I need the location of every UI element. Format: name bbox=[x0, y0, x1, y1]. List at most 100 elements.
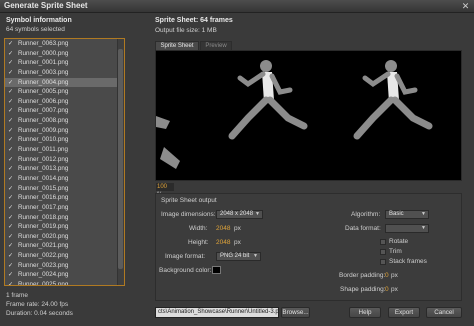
checkmark-icon[interactable]: ✓ bbox=[8, 253, 14, 259]
checkmark-icon[interactable]: ✓ bbox=[8, 99, 14, 105]
checkmark-icon[interactable]: ✓ bbox=[8, 41, 14, 47]
list-item-label: Runner_0014.png bbox=[18, 174, 69, 182]
list-item-label: Runner_0011.png bbox=[18, 146, 68, 154]
list-item[interactable]: ✓ Runner_0004.png bbox=[5, 77, 124, 88]
algorithm-value: Basic bbox=[389, 211, 404, 217]
image-format-select[interactable]: PNG 24 bit ▼ bbox=[216, 252, 261, 261]
checkmark-icon[interactable]: ✓ bbox=[8, 195, 14, 201]
algorithm-select[interactable]: Basic ▼ bbox=[385, 210, 429, 219]
output-path-field[interactable]: cts\Animation_Showcase\Runner\Untitled-3… bbox=[155, 307, 279, 318]
stack-frames-label: Stack frames bbox=[389, 258, 427, 265]
browse-button[interactable]: Browse... bbox=[281, 307, 310, 318]
list-item[interactable]: ✓ Runner_0023.png bbox=[5, 261, 124, 271]
list-item[interactable]: ✓ Runner_0016.png bbox=[5, 193, 124, 203]
width-label: Width: bbox=[189, 225, 208, 232]
list-item[interactable]: ✓ Runner_0008.png bbox=[5, 116, 124, 126]
list-item[interactable]: ✓ Runner_0063.png bbox=[5, 39, 124, 49]
checkmark-icon[interactable]: ✓ bbox=[8, 80, 14, 86]
trim-checkbox[interactable] bbox=[380, 249, 386, 255]
list-scrollbar[interactable] bbox=[117, 39, 124, 285]
list-item[interactable]: ✓ Runner_0000.png bbox=[5, 49, 124, 59]
list-item[interactable]: ✓ Runner_0013.png bbox=[5, 164, 124, 174]
frame-rate: Frame rate: 24.00 fps bbox=[6, 301, 69, 308]
checkmark-icon[interactable]: ✓ bbox=[8, 60, 14, 66]
checkmark-icon[interactable]: ✓ bbox=[8, 166, 14, 172]
width-value[interactable]: 2048 bbox=[216, 225, 230, 232]
duration: Duration: 0.04 seconds bbox=[6, 310, 73, 317]
height-value[interactable]: 2048 bbox=[216, 239, 230, 246]
scrollbar-thumb[interactable] bbox=[118, 49, 123, 269]
list-item-label: Runner_0015.png bbox=[18, 184, 69, 192]
list-item[interactable]: ✓ Runner_0012.png bbox=[5, 155, 124, 165]
list-item[interactable]: ✓ Runner_0014.png bbox=[5, 174, 124, 184]
sprite-sheet-title: Sprite Sheet: 64 frames bbox=[155, 17, 233, 24]
list-item[interactable]: ✓ Runner_0010.png bbox=[5, 135, 124, 145]
tab-preview[interactable]: Preview bbox=[200, 41, 232, 50]
algorithm-label: Algorithm: bbox=[351, 211, 381, 218]
rotate-checkbox[interactable] bbox=[380, 239, 386, 245]
checkmark-icon[interactable]: ✓ bbox=[8, 215, 14, 221]
symbol-list[interactable]: ✓ Runner_0063.png ✓ Runner_0000.png ✓ Runner_… bbox=[4, 38, 125, 286]
checkmark-icon[interactable]: ✓ bbox=[8, 176, 14, 182]
checkmark-icon[interactable]: ✓ bbox=[8, 224, 14, 230]
shape-padding-value[interactable]: 0 bbox=[385, 286, 389, 293]
checkmark-icon[interactable]: ✓ bbox=[8, 147, 14, 153]
chevron-down-icon: ▼ bbox=[421, 211, 426, 217]
zoom-level[interactable]: 100 % bbox=[156, 183, 174, 198]
list-item[interactable]: ✓ Runner_0005.png bbox=[5, 87, 124, 97]
checkmark-icon[interactable]: ✓ bbox=[8, 282, 14, 285]
checkmark-icon[interactable]: ✓ bbox=[8, 118, 14, 124]
list-item[interactable]: ✓ Runner_0021.png bbox=[5, 241, 124, 251]
checkmark-icon[interactable]: ✓ bbox=[8, 272, 14, 278]
list-item-label: Runner_0063.png bbox=[18, 40, 69, 47]
list-item-label: Runner_0003.png bbox=[18, 68, 69, 76]
checkmark-icon[interactable]: ✓ bbox=[8, 89, 14, 95]
close-icon[interactable]: ✕ bbox=[460, 1, 471, 11]
list-item[interactable]: ✓ Runner_0022.png bbox=[5, 251, 124, 261]
width-unit: px bbox=[234, 225, 241, 232]
title-bar[interactable]: Generate Sprite Sheet ✕ bbox=[0, 0, 474, 13]
checkmark-icon[interactable]: ✓ bbox=[8, 263, 14, 269]
checkmark-icon[interactable]: ✓ bbox=[8, 108, 14, 114]
image-dimensions-select[interactable]: 2048 x 2048 ▼ bbox=[216, 210, 263, 219]
export-button[interactable]: Export bbox=[388, 307, 420, 318]
list-item[interactable]: ✓ Runner_0024.png bbox=[5, 270, 124, 280]
list-item-label: Runner_0017.png bbox=[18, 203, 69, 211]
border-padding-value[interactable]: 0 bbox=[385, 272, 389, 279]
output-file-size: Output file size: 1 MB bbox=[155, 27, 217, 34]
checkmark-icon[interactable]: ✓ bbox=[8, 137, 14, 143]
checkmark-icon[interactable]: ✓ bbox=[8, 205, 14, 211]
list-item[interactable]: ✓ Runner_0003.png bbox=[5, 68, 124, 78]
list-item[interactable]: ✓ Runner_0020.png bbox=[5, 232, 124, 242]
list-item[interactable]: ✓ Runner_0015.png bbox=[5, 184, 124, 194]
background-color-swatch[interactable] bbox=[212, 266, 221, 274]
help-button[interactable]: Help bbox=[349, 307, 381, 318]
stack-frames-checkbox[interactable] bbox=[380, 259, 386, 265]
list-item-label: Runner_0024.png bbox=[18, 271, 69, 279]
checkmark-icon[interactable]: ✓ bbox=[8, 234, 14, 240]
list-item[interactable]: ✓ Runner_0025.png bbox=[5, 280, 124, 285]
checkmark-icon[interactable]: ✓ bbox=[8, 243, 14, 249]
list-item[interactable]: ✓ Runner_0018.png bbox=[5, 213, 124, 223]
list-item[interactable]: ✓ Runner_0006.png bbox=[5, 97, 124, 107]
checkmark-icon[interactable]: ✓ bbox=[8, 70, 14, 76]
list-item[interactable]: ✓ Runner_0011.png bbox=[5, 145, 124, 155]
list-item-label: Runner_0008.png bbox=[18, 117, 69, 125]
checkmark-icon[interactable]: ✓ bbox=[8, 186, 14, 192]
checkmark-icon[interactable]: ✓ bbox=[8, 128, 14, 134]
list-item[interactable]: ✓ Runner_0007.png bbox=[5, 106, 124, 116]
list-item-label: Runner_0010.png bbox=[18, 136, 69, 144]
border-padding-unit: px bbox=[391, 272, 398, 279]
checkmark-icon[interactable]: ✓ bbox=[8, 51, 14, 57]
data-format-select[interactable]: ▼ bbox=[385, 224, 429, 233]
tab-sprite-sheet[interactable]: Sprite Sheet bbox=[155, 41, 199, 50]
symbols-selected-count: 64 symbols selected bbox=[6, 26, 65, 33]
list-item-label: Runner_0018.png bbox=[18, 213, 69, 221]
list-item[interactable]: ✓ Runner_0009.png bbox=[5, 126, 124, 136]
cancel-button[interactable]: Cancel bbox=[426, 307, 462, 318]
checkmark-icon[interactable]: ✓ bbox=[8, 157, 14, 163]
list-item[interactable]: ✓ Runner_0017.png bbox=[5, 203, 124, 213]
list-item[interactable]: ✓ Runner_0019.png bbox=[5, 222, 124, 232]
list-item[interactable]: ✓ Runner_0001.png bbox=[5, 58, 124, 68]
list-item-label: Runner_0013.png bbox=[18, 165, 69, 173]
